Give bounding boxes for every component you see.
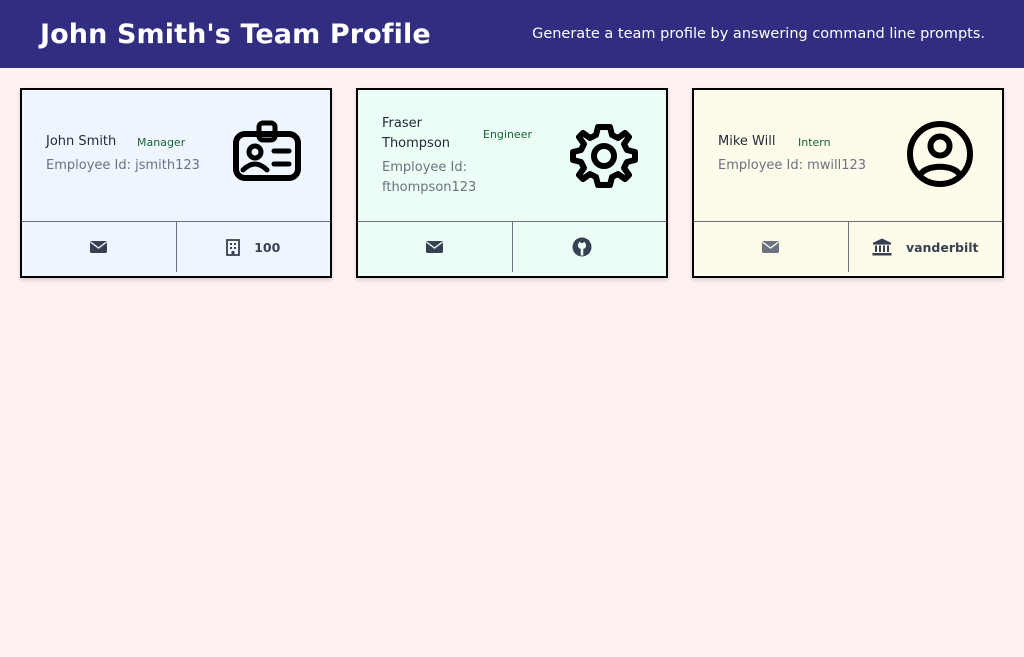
- envelope-icon[interactable]: [426, 241, 444, 253]
- email-cell[interactable]: [694, 222, 848, 272]
- building-icon: [226, 238, 241, 256]
- card-info: John Smith Manager Employee Id: jsmith12…: [22, 90, 330, 221]
- school-icon: [872, 238, 892, 256]
- card-info: Fraser Thompson Engineer Employee Id: ft…: [358, 90, 666, 221]
- office-number: 100: [254, 239, 281, 255]
- school-name: vanderbilt: [905, 239, 979, 255]
- employee-id: Employee Id: mwill123: [718, 158, 867, 173]
- employee-name: Fraser Thompson: [382, 116, 451, 151]
- page-header: John Smith's Team Profile Generate a tea…: [0, 0, 1024, 68]
- card-contact: vanderbilt: [694, 221, 1002, 276]
- office-cell: 100: [175, 222, 331, 272]
- employee-id: Employee Id: fthompson123: [382, 160, 477, 195]
- email-cell[interactable]: [358, 222, 512, 272]
- gear-icon: [570, 122, 638, 194]
- employee-name: Mike Will: [718, 134, 776, 149]
- envelope-icon[interactable]: [762, 241, 780, 253]
- page-subtitle: Generate a team profile by answering com…: [532, 26, 985, 42]
- github-icon[interactable]: [572, 237, 592, 257]
- user-circle-icon: [906, 120, 974, 192]
- employee-name: John Smith: [46, 134, 117, 149]
- card-contact: 100: [22, 221, 330, 276]
- employee-card-intern: Mike Will Intern Employee Id: mwill123 v…: [692, 88, 1004, 278]
- team-cards: John Smith Manager Employee Id: jsmith12…: [0, 68, 1024, 657]
- employee-card-engineer: Fraser Thompson Engineer Employee Id: ft…: [356, 88, 668, 278]
- page-title: John Smith's Team Profile: [40, 18, 431, 50]
- employee-role: Intern: [798, 136, 831, 149]
- email-cell[interactable]: [22, 222, 176, 272]
- employee-card-manager: John Smith Manager Employee Id: jsmith12…: [20, 88, 332, 278]
- card-info: Mike Will Intern Employee Id: mwill123: [694, 90, 1002, 221]
- id-badge-icon: [232, 120, 302, 188]
- github-cell[interactable]: [511, 222, 667, 272]
- school-cell: vanderbilt: [847, 222, 1003, 272]
- employee-role: Manager: [137, 136, 186, 149]
- envelope-icon[interactable]: [90, 241, 108, 253]
- employee-role: Engineer: [483, 128, 532, 141]
- employee-id: Employee Id: jsmith123: [46, 158, 200, 173]
- card-contact: [358, 221, 666, 276]
